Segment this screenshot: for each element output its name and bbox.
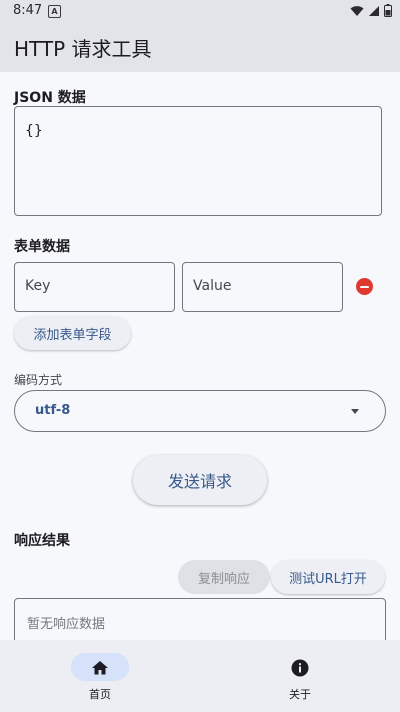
key-input[interactable]: Key: [14, 262, 175, 312]
value-input[interactable]: Value: [182, 262, 343, 312]
copy-response-label: 复制响应: [197, 571, 250, 587]
info-icon: [291, 659, 309, 677]
app-bar: HTTP 请求工具: [0, 22, 400, 72]
battery-icon: [384, 4, 392, 17]
home-icon: [92, 661, 108, 675]
page-title: HTTP 请求工具: [14, 37, 152, 61]
test-url-button[interactable]: 测试URL打开: [271, 560, 385, 594]
send-request-label: 发送请求: [167, 472, 232, 491]
response-section-label: 响应结果: [14, 533, 70, 549]
send-request-button[interactable]: 发送请求: [133, 455, 267, 505]
add-form-field-button[interactable]: 添加表单字段: [14, 316, 131, 350]
json-section-label: JSON 数据: [14, 90, 86, 106]
key-input-placeholder: Key: [25, 278, 51, 294]
minus-icon: [360, 285, 369, 288]
bottom-navigation: 首页 关于: [0, 640, 400, 712]
test-url-label: 测试URL打开: [289, 571, 367, 587]
status-icons: [350, 4, 392, 17]
dropdown-arrow-icon: [351, 409, 359, 414]
signal-icon: [369, 5, 379, 16]
encoding-selected-value: utf-8: [35, 403, 71, 418]
remove-field-button[interactable]: [356, 278, 373, 295]
nav-home-label: 首页: [89, 688, 111, 701]
json-input[interactable]: {}: [14, 106, 382, 216]
encoding-select[interactable]: utf-8: [14, 390, 386, 432]
response-placeholder: 暂无响应数据: [27, 617, 106, 632]
value-input-placeholder: Value: [193, 278, 232, 294]
nav-about-label: 关于: [289, 688, 311, 701]
wifi-icon: [350, 5, 364, 16]
notification-a-icon: A: [48, 5, 61, 18]
nav-item-about[interactable]: 关于: [200, 640, 400, 712]
json-input-value: {}: [25, 123, 43, 139]
status-time: 8:47: [13, 3, 43, 18]
copy-response-button[interactable]: 复制响应: [178, 560, 270, 594]
encoding-label: 编码方式: [14, 373, 63, 387]
add-form-field-label: 添加表单字段: [33, 327, 112, 343]
form-section-label: 表单数据: [14, 239, 70, 255]
nav-item-home[interactable]: 首页: [0, 640, 200, 712]
status-bar: 8:47 A: [0, 0, 400, 22]
